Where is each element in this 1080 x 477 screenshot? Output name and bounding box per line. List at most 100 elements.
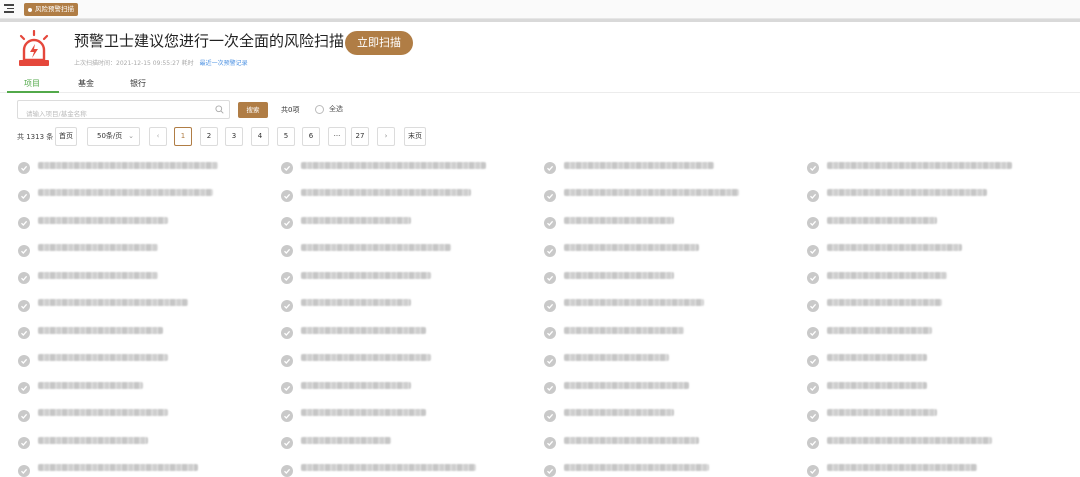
- check-circle-icon[interactable]: [18, 437, 30, 449]
- check-circle-icon[interactable]: [18, 217, 30, 229]
- check-circle-icon[interactable]: [281, 244, 293, 257]
- list-item[interactable]: [281, 353, 431, 369]
- check-circle-icon[interactable]: [544, 217, 556, 229]
- list-item[interactable]: [18, 243, 158, 259]
- list-item[interactable]: [807, 243, 962, 259]
- list-item[interactable]: [807, 435, 992, 451]
- list-item[interactable]: [281, 270, 431, 286]
- tab-bank[interactable]: 银行: [130, 78, 146, 89]
- list-item[interactable]: [281, 298, 411, 314]
- check-circle-icon[interactable]: [18, 299, 30, 312]
- check-circle-icon[interactable]: [281, 382, 293, 394]
- page-button-1[interactable]: 1: [174, 127, 192, 146]
- last-page-button[interactable]: 末页: [404, 127, 426, 146]
- prev-page-button[interactable]: ‹: [149, 127, 167, 146]
- check-circle-icon[interactable]: [807, 217, 819, 229]
- list-item[interactable]: [544, 298, 704, 314]
- list-item[interactable]: [544, 215, 674, 231]
- list-item[interactable]: [807, 408, 937, 424]
- select-all-toggle[interactable]: 全选: [315, 104, 343, 114]
- check-circle-icon[interactable]: [544, 464, 556, 477]
- list-item[interactable]: [544, 353, 669, 369]
- page-button-3[interactable]: 3: [225, 127, 243, 146]
- check-circle-icon[interactable]: [544, 354, 556, 367]
- check-circle-icon[interactable]: [281, 299, 293, 312]
- list-item[interactable]: [18, 215, 168, 231]
- check-circle-icon[interactable]: [18, 272, 30, 284]
- check-circle-icon[interactable]: [18, 409, 30, 422]
- check-circle-icon[interactable]: [18, 464, 30, 477]
- search-icon[interactable]: [215, 105, 224, 114]
- list-item[interactable]: [18, 435, 148, 451]
- page-button-5[interactable]: 5: [277, 127, 295, 146]
- page-ellipsis[interactable]: ···: [328, 127, 346, 146]
- check-circle-icon[interactable]: [807, 409, 819, 422]
- check-circle-icon[interactable]: [544, 299, 556, 312]
- list-item[interactable]: [281, 325, 426, 341]
- check-circle-icon[interactable]: [807, 162, 819, 174]
- last-record-link[interactable]: 最近一次预警记录: [200, 60, 248, 67]
- list-item[interactable]: [281, 215, 411, 231]
- list-item[interactable]: [544, 243, 699, 259]
- list-item[interactable]: [807, 380, 927, 396]
- check-circle-icon[interactable]: [18, 354, 30, 367]
- check-circle-icon[interactable]: [807, 299, 819, 312]
- list-item[interactable]: [544, 188, 739, 204]
- check-circle-icon[interactable]: [544, 437, 556, 449]
- page-size-select[interactable]: 50条/页 ⌄: [87, 127, 140, 146]
- list-item[interactable]: [18, 160, 218, 176]
- check-circle-icon[interactable]: [544, 244, 556, 257]
- check-circle-icon[interactable]: [281, 327, 293, 339]
- scan-now-button[interactable]: 立即扫描: [345, 31, 413, 55]
- list-item[interactable]: [807, 353, 927, 369]
- first-page-button[interactable]: 首页: [55, 127, 77, 146]
- check-circle-icon[interactable]: [807, 464, 819, 477]
- check-circle-icon[interactable]: [18, 189, 30, 202]
- list-item[interactable]: [281, 188, 471, 204]
- check-circle-icon[interactable]: [544, 189, 556, 202]
- check-circle-icon[interactable]: [18, 327, 30, 339]
- tab-fund[interactable]: 基金: [78, 78, 94, 89]
- check-circle-icon[interactable]: [544, 327, 556, 339]
- check-circle-icon[interactable]: [544, 272, 556, 284]
- search-button[interactable]: 搜索: [238, 102, 268, 118]
- check-circle-icon[interactable]: [281, 354, 293, 367]
- list-item[interactable]: [18, 188, 213, 204]
- page-button-2[interactable]: 2: [200, 127, 218, 146]
- list-item[interactable]: [807, 298, 942, 314]
- check-circle-icon[interactable]: [807, 327, 819, 339]
- list-item[interactable]: [807, 325, 932, 341]
- page-button-27[interactable]: 27: [351, 127, 369, 146]
- list-item[interactable]: [544, 463, 709, 477]
- check-circle-icon[interactable]: [281, 272, 293, 284]
- check-circle-icon[interactable]: [281, 437, 293, 449]
- list-item[interactable]: [18, 408, 168, 424]
- list-item[interactable]: [18, 463, 198, 477]
- check-circle-icon[interactable]: [807, 272, 819, 284]
- check-circle-icon[interactable]: [544, 162, 556, 174]
- list-item[interactable]: [281, 463, 476, 477]
- check-circle-icon[interactable]: [807, 189, 819, 202]
- check-circle-icon[interactable]: [281, 189, 293, 202]
- check-circle-icon[interactable]: [18, 382, 30, 394]
- check-circle-icon[interactable]: [18, 244, 30, 257]
- list-item[interactable]: [281, 380, 411, 396]
- list-item[interactable]: [807, 270, 947, 286]
- search-input[interactable]: [18, 105, 208, 123]
- check-circle-icon[interactable]: [281, 162, 293, 174]
- check-circle-icon[interactable]: [281, 464, 293, 477]
- next-page-button[interactable]: ›: [377, 127, 395, 146]
- check-circle-icon[interactable]: [807, 437, 819, 449]
- list-item[interactable]: [18, 380, 143, 396]
- list-item[interactable]: [281, 160, 486, 176]
- list-item[interactable]: [544, 325, 684, 341]
- select-all-radio[interactable]: [315, 104, 324, 114]
- list-item[interactable]: [544, 160, 714, 176]
- list-item[interactable]: [544, 380, 689, 396]
- list-item[interactable]: [807, 215, 937, 231]
- list-item[interactable]: [544, 435, 699, 451]
- check-circle-icon[interactable]: [807, 382, 819, 394]
- list-item[interactable]: [807, 188, 987, 204]
- menu-icon[interactable]: [4, 3, 14, 14]
- tab-project[interactable]: 项目: [24, 78, 40, 89]
